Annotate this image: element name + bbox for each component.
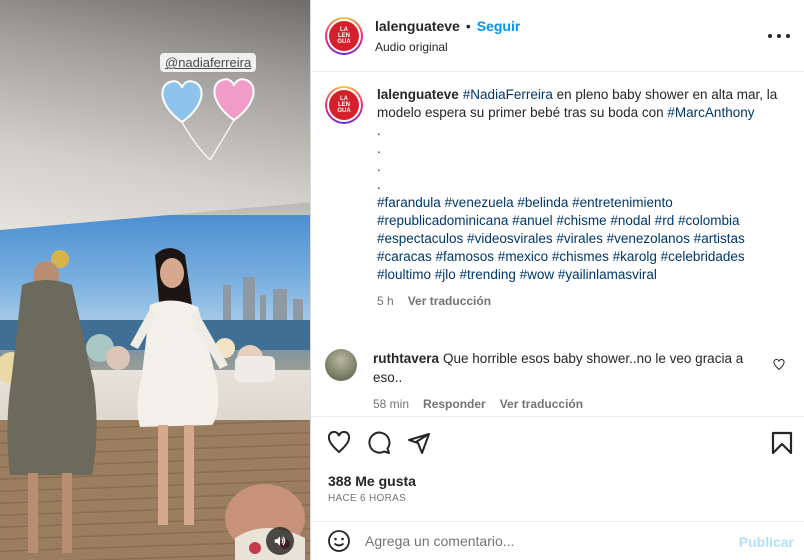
post-view: @nadiaferreira LA LEN GUA lalenguateve • Seg… [0, 0, 804, 560]
more-options-icon[interactable] [768, 26, 790, 46]
brand-logo: LA LEN GUA [329, 20, 359, 51]
woman-gray-dress [7, 250, 97, 553]
comment-input[interactable] [365, 533, 725, 549]
speaker-icon [274, 536, 286, 546]
comment-username[interactable]: ruthtavera [373, 351, 439, 366]
caption-dot: . [377, 177, 381, 192]
caption-dot: . [377, 141, 381, 156]
publish-button[interactable]: Publicar [739, 534, 794, 550]
brand-logo: LA LEN GUA [329, 90, 359, 120]
comment-translate-button[interactable]: Ver traducción [500, 397, 583, 411]
author-username[interactable]: lalenguateve [375, 18, 460, 34]
audio-link[interactable]: Audio original [375, 40, 520, 54]
caption-age: 5 h [377, 294, 394, 308]
hashtag-link[interactable]: #MarcAnthony [667, 105, 754, 120]
post-video[interactable]: @nadiaferreira [0, 0, 310, 560]
post-caption: LA LEN GUA lalenguateve #NadiaFerreira en p… [325, 86, 795, 310]
caption-dot: . [377, 159, 381, 174]
heart-balloons-sticker [161, 78, 255, 161]
seated-guest [225, 484, 305, 560]
mute-button[interactable] [266, 527, 294, 555]
post-header: LA LEN GUA lalenguateve • Seguir Audio origi… [311, 0, 804, 72]
comment-item: ruthtavera Que horrible esos baby shower.… [325, 349, 795, 414]
post-time: HACE 6 HORAS [328, 493, 407, 504]
bookmark-icon[interactable] [771, 431, 793, 455]
like-heart-icon[interactable] [327, 431, 351, 455]
commenter-avatar[interactable] [325, 349, 357, 381]
post-details-panel: LA LEN GUA lalenguateve • Seguir Audio origi… [310, 0, 804, 560]
mention-sticker[interactable]: @nadiaferreira [160, 53, 257, 72]
author-avatar[interactable]: LA LEN GUA [325, 16, 363, 55]
comment-icon[interactable] [367, 431, 391, 455]
caption-author-avatar[interactable]: LA LEN GUA [325, 86, 363, 124]
caption-dot: . [377, 123, 381, 138]
comment-composer: Publicar [311, 521, 804, 560]
comment-age: 58 min [373, 397, 410, 411]
caption-username[interactable]: lalenguateve [377, 87, 459, 102]
reply-button[interactable]: Responder [423, 397, 486, 411]
separator-dot: • [465, 17, 471, 34]
share-icon[interactable] [407, 431, 431, 455]
comment-like-icon[interactable] [773, 359, 785, 371]
emoji-icon[interactable] [327, 529, 351, 553]
translate-button[interactable]: Ver traducción [408, 294, 491, 308]
hashtag-link[interactable]: #NadiaFerreira [463, 87, 553, 102]
action-bar [311, 416, 804, 474]
follow-button[interactable]: Seguir [477, 18, 521, 34]
like-count[interactable]: 388 Me gusta [328, 473, 416, 489]
hashtag-list[interactable]: #farandula #venezuela #belinda #entreten… [377, 194, 787, 284]
